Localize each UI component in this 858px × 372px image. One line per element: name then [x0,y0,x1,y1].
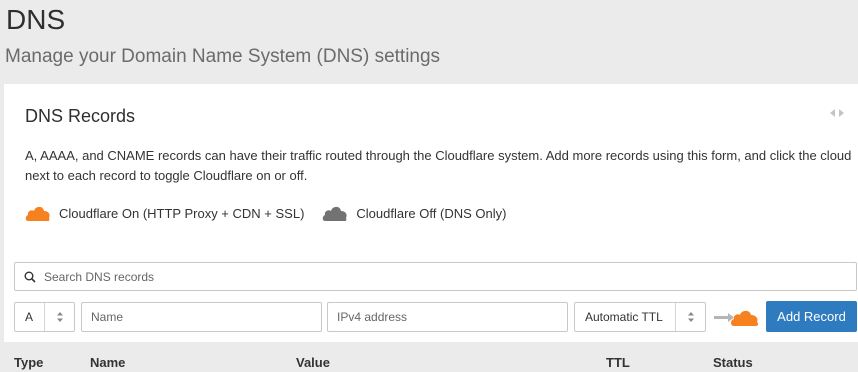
column-header-status[interactable]: Status [713,355,753,370]
column-header-type[interactable]: Type [14,355,43,370]
cloud-gray-icon [323,206,348,221]
name-input[interactable] [81,302,322,332]
page-title: DNS [6,4,66,35]
up-down-arrows-icon [44,303,74,331]
legend-cloudflare-on: Cloudflare On (HTTP Proxy + CDN + SSL) [25,204,304,222]
legend: Cloudflare On (HTTP Proxy + CDN + SSL) C… [25,204,524,222]
search-box[interactable] [14,262,857,291]
legend-off-label: Cloudflare Off (DNS Only) [356,205,507,221]
card-title: DNS Records [25,106,136,126]
cloud-orange-icon [25,206,50,221]
up-down-arrows-icon [675,303,705,331]
record-type-select[interactable]: A [14,302,75,332]
add-record-button[interactable]: Add Record [766,301,857,332]
collapse-arrows-icon[interactable] [830,108,844,118]
record-type-value: A [25,310,34,324]
search-input[interactable] [44,269,824,284]
column-header-ttl[interactable]: TTL [606,355,630,370]
ttl-select[interactable]: Automatic TTL [574,302,706,332]
card-description: A, AAAA, and CNAME records can have thei… [25,148,852,183]
ttl-value: Automatic TTL [585,310,663,324]
legend-cloudflare-off: Cloudflare Off (DNS Only) [322,204,506,222]
column-header-value[interactable]: Value [296,355,330,370]
legend-on-label: Cloudflare On (HTTP Proxy + CDN + SSL) [59,205,305,221]
search-icon [24,271,36,283]
page-subtitle: Manage your Domain Name System (DNS) set… [5,46,441,67]
ipv4-input[interactable] [327,302,568,332]
column-header-name[interactable]: Name [90,355,125,370]
proxy-toggle-cloud-icon[interactable] [714,306,760,328]
table-header: Type Name Value TTL Status [0,342,858,372]
